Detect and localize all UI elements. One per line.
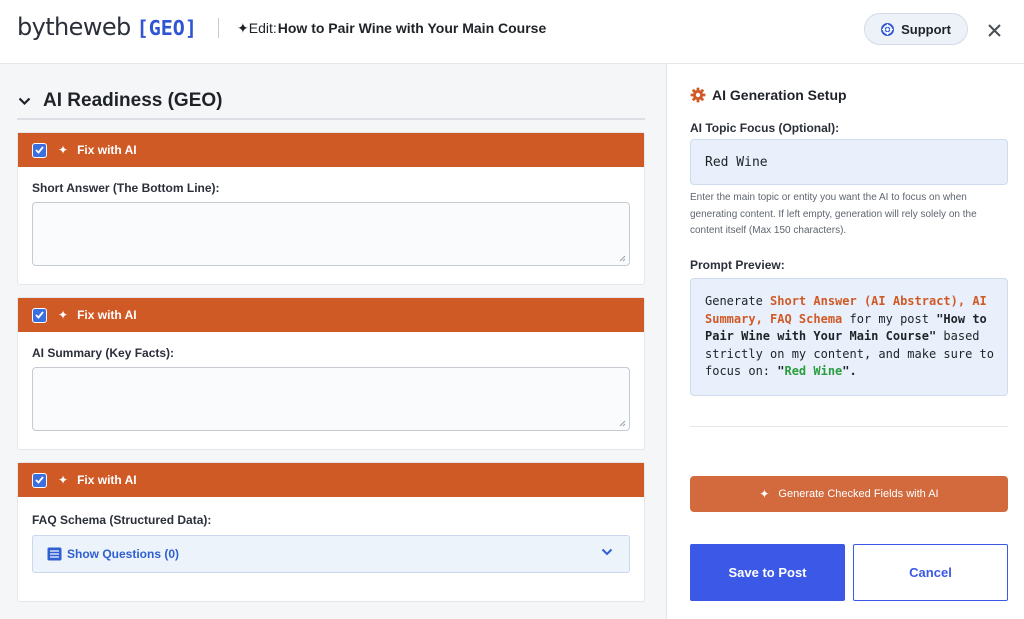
check-icon [35, 146, 44, 154]
sparkle-icon: ✦ [58, 473, 69, 487]
prompt-preview: Generate Short Answer (AI Abstract), AI … [690, 278, 1008, 396]
lifebuoy-icon [881, 22, 895, 36]
preview-topic: Red Wine [784, 364, 843, 378]
topic-help-text: Enter the main topic or entity you want … [690, 192, 977, 236]
check-icon [35, 476, 44, 484]
left-pane: AI Readiness (GEO) ✦ Fix with AI Short A… [0, 64, 667, 619]
preview-text: for my post [842, 311, 937, 326]
check-icon [35, 311, 44, 319]
preview-quote: ". [842, 364, 857, 378]
fix-checkbox[interactable] [32, 307, 47, 323]
show-questions-toggle[interactable]: Show Questions (0) [32, 535, 630, 573]
logo-badge: [GEO] [136, 16, 197, 40]
resize-grip-icon[interactable] [619, 255, 626, 262]
chevron-down-icon [601, 548, 613, 556]
sparkle-icon: ✦ [58, 308, 69, 322]
topic-focus-input[interactable]: Red Wine [690, 139, 1008, 185]
section-divider [17, 118, 645, 120]
list-icon [47, 547, 62, 561]
generate-label: Generate Checked Fields with AI [778, 488, 939, 500]
chevron-down-icon [18, 97, 31, 105]
fix-label: Fix with AI [77, 143, 137, 157]
show-questions-label: Show Questions (0) [67, 547, 180, 561]
cancel-button[interactable]: Cancel [853, 544, 1008, 601]
field-label: Short Answer (The Bottom Line): [32, 181, 220, 195]
topic-focus-value: Red Wine [705, 154, 768, 170]
ai-summary-textarea[interactable] [32, 367, 630, 431]
logo-text: bytheweb [17, 13, 131, 41]
resize-grip-icon[interactable] [619, 420, 626, 427]
field-label: FAQ Schema (Structured Data): [32, 513, 212, 527]
divider [690, 426, 1008, 427]
generate-button[interactable]: ✦ Generate Checked Fields with AI [690, 476, 1008, 512]
topic-label: AI Topic Focus (Optional): [690, 121, 840, 135]
section-title: AI Readiness (GEO) [43, 90, 223, 111]
short-answer-textarea[interactable] [32, 202, 630, 266]
setup-title-text: AI Generation Setup [712, 87, 847, 103]
gear-icon [690, 87, 706, 103]
fix-with-ai-bar[interactable]: ✦ Fix with AI [18, 463, 644, 497]
edit-prefix: ✦Edit: [237, 20, 277, 36]
faq-schema-card: ✦ Fix with AI FAQ Schema (Structured Dat… [17, 462, 645, 602]
app-header: bytheweb [GEO] ✦Edit:How to Pair Wine wit… [0, 0, 1024, 64]
header-divider [218, 18, 219, 38]
ai-summary-card: ✦ Fix with AI AI Summary (Key Facts): [17, 297, 645, 450]
fix-checkbox[interactable] [32, 142, 47, 158]
logo: bytheweb [GEO] [17, 13, 197, 41]
fix-checkbox[interactable] [32, 472, 47, 488]
fix-label: Fix with AI [77, 473, 137, 487]
field-label: AI Summary (Key Facts): [32, 346, 175, 360]
support-button[interactable]: Support [864, 13, 968, 45]
sparkle-icon: ✦ [759, 487, 770, 501]
fix-label: Fix with AI [77, 308, 137, 322]
right-pane: AI Generation Setup AI Topic Focus (Opti… [668, 64, 1024, 619]
setup-title: AI Generation Setup [690, 87, 847, 103]
close-icon [987, 23, 1001, 37]
section-toggle[interactable]: AI Readiness (GEO) [18, 90, 223, 112]
sparkle-icon: ✦ [58, 143, 69, 157]
short-answer-card: ✦ Fix with AI Short Answer (The Bottom L… [17, 132, 645, 285]
fix-with-ai-bar[interactable]: ✦ Fix with AI [18, 133, 644, 167]
preview-text: Generate [705, 294, 771, 308]
post-title: How to Pair Wine with Your Main Course [277, 20, 547, 36]
save-button[interactable]: Save to Post [690, 544, 845, 601]
page-title: ✦Edit:How to Pair Wine with Your Main Co… [237, 20, 546, 37]
fix-with-ai-bar[interactable]: ✦ Fix with AI [18, 298, 644, 332]
close-button[interactable] [984, 20, 1004, 40]
prompt-preview-label: Prompt Preview: [690, 258, 785, 272]
support-label: Support [901, 21, 951, 37]
